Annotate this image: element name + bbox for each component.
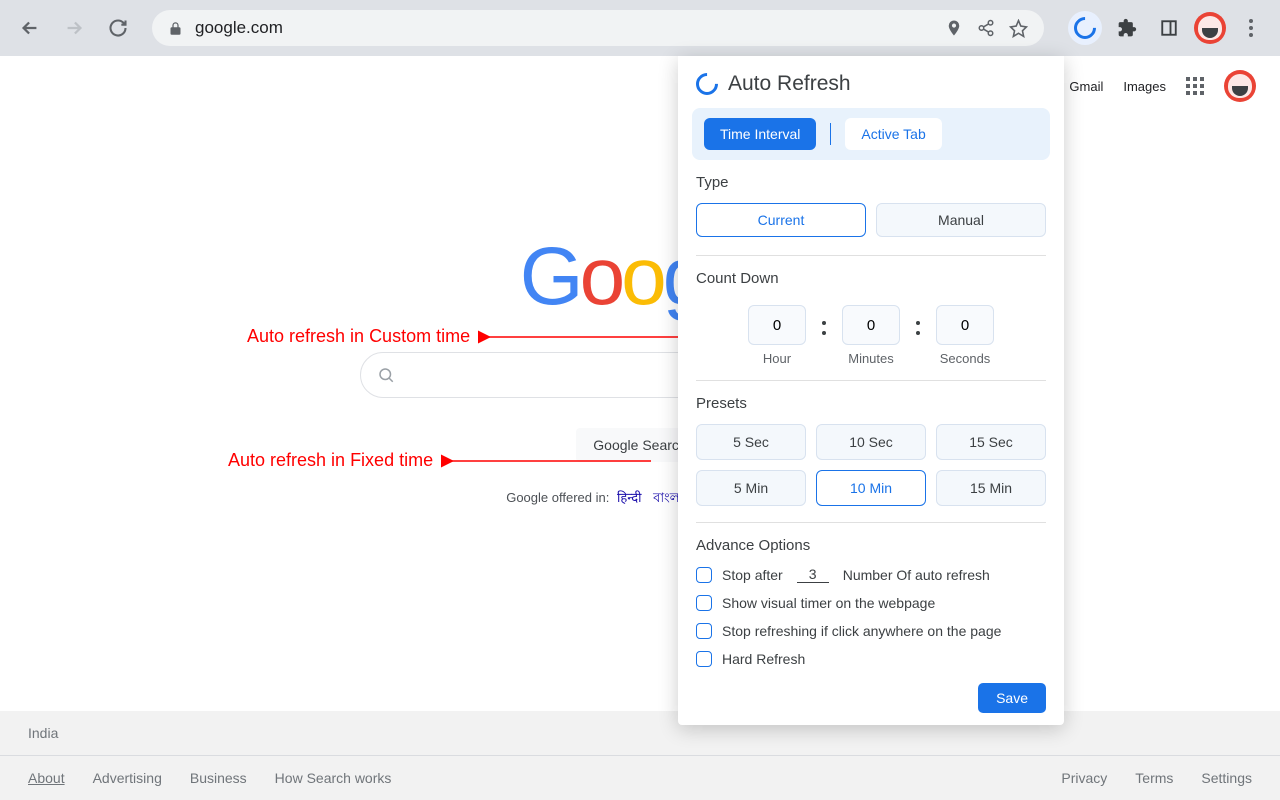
- checkbox-icon[interactable]: [696, 595, 712, 611]
- stop-on-click-option[interactable]: Stop refreshing if click anywhere on the…: [696, 623, 1046, 639]
- minutes-input[interactable]: 0: [842, 305, 900, 345]
- seconds-label: Seconds: [940, 351, 991, 366]
- annotation-fixed-time: Auto refresh in Fixed time: [228, 450, 651, 471]
- stop-after-input[interactable]: 3: [797, 566, 829, 583]
- checkbox-icon[interactable]: [696, 623, 712, 639]
- address-bar[interactable]: google.com: [152, 10, 1044, 46]
- countdown-heading: Count Down: [696, 270, 1046, 287]
- tab-active-tab[interactable]: Active Tab: [845, 118, 941, 150]
- footer-link[interactable]: Business: [190, 770, 247, 786]
- forward-button[interactable]: [56, 10, 92, 46]
- auto-refresh-extension-icon[interactable]: [1068, 11, 1102, 45]
- reload-button[interactable]: [100, 10, 136, 46]
- footer-link[interactable]: Privacy: [1061, 770, 1107, 786]
- url-actions: [945, 19, 1028, 38]
- google-topbar: Gmail Images: [1069, 70, 1256, 102]
- google-footer: India About Advertising Business How Sea…: [0, 711, 1280, 800]
- popup-tabs: Time Interval Active Tab: [692, 108, 1050, 160]
- preset-button[interactable]: 15 Min: [936, 470, 1046, 506]
- tab-time-interval[interactable]: Time Interval: [704, 118, 816, 150]
- profile-avatar[interactable]: [1194, 12, 1226, 44]
- presets-heading: Presets: [696, 395, 1046, 412]
- advance-heading: Advance Options: [696, 537, 1046, 554]
- browser-menu[interactable]: [1234, 11, 1268, 45]
- seconds-input[interactable]: 0: [936, 305, 994, 345]
- auto-refresh-popup: Auto Refresh Time Interval Active Tab Ty…: [678, 56, 1064, 725]
- preset-button[interactable]: 10 Sec: [816, 424, 926, 460]
- images-link[interactable]: Images: [1123, 79, 1166, 94]
- footer-link[interactable]: About: [28, 770, 65, 786]
- popup-title: Auto Refresh: [728, 72, 851, 96]
- checkbox-icon[interactable]: [696, 651, 712, 667]
- footer-link[interactable]: Settings: [1201, 770, 1252, 786]
- url-text: google.com: [195, 18, 283, 38]
- extensions-icon[interactable]: [1110, 11, 1144, 45]
- hour-input[interactable]: 0: [748, 305, 806, 345]
- minutes-label: Minutes: [848, 351, 894, 366]
- lang-link[interactable]: हिन्दी: [617, 490, 642, 505]
- preset-button[interactable]: 5 Sec: [696, 424, 806, 460]
- type-heading: Type: [696, 174, 1046, 191]
- footer-link[interactable]: How Search works: [275, 770, 392, 786]
- search-icon: [377, 366, 395, 384]
- annotation-custom-time: Auto refresh in Custom time: [247, 326, 708, 347]
- star-icon[interactable]: [1009, 19, 1028, 38]
- extension-group: [1068, 11, 1268, 45]
- apps-icon[interactable]: [1186, 77, 1204, 95]
- browser-toolbar: google.com: [0, 0, 1280, 56]
- share-icon[interactable]: [977, 19, 995, 37]
- hour-label: Hour: [763, 351, 791, 366]
- colon-icon: [916, 289, 920, 366]
- back-button[interactable]: [12, 10, 48, 46]
- type-current-button[interactable]: Current: [696, 203, 866, 237]
- sidepanel-icon[interactable]: [1152, 11, 1186, 45]
- hard-refresh-option[interactable]: Hard Refresh: [696, 651, 1046, 667]
- checkbox-icon[interactable]: [696, 567, 712, 583]
- google-avatar[interactable]: [1224, 70, 1256, 102]
- stop-after-option[interactable]: Stop after 3 Number Of auto refresh: [696, 566, 1046, 583]
- preset-button[interactable]: 5 Min: [696, 470, 806, 506]
- gmail-link[interactable]: Gmail: [1069, 79, 1103, 94]
- colon-icon: [822, 289, 826, 366]
- popup-refresh-icon: [691, 68, 722, 99]
- footer-link[interactable]: Advertising: [93, 770, 162, 786]
- footer-region: India: [0, 711, 1280, 756]
- tab-separator: [830, 123, 831, 145]
- type-manual-button[interactable]: Manual: [876, 203, 1046, 237]
- save-button[interactable]: Save: [978, 683, 1046, 713]
- footer-link[interactable]: Terms: [1135, 770, 1173, 786]
- location-icon[interactable]: [945, 19, 963, 37]
- preset-button[interactable]: 15 Sec: [936, 424, 1046, 460]
- visual-timer-option[interactable]: Show visual timer on the webpage: [696, 595, 1046, 611]
- preset-button[interactable]: 10 Min: [816, 470, 926, 506]
- lock-icon: [168, 21, 183, 36]
